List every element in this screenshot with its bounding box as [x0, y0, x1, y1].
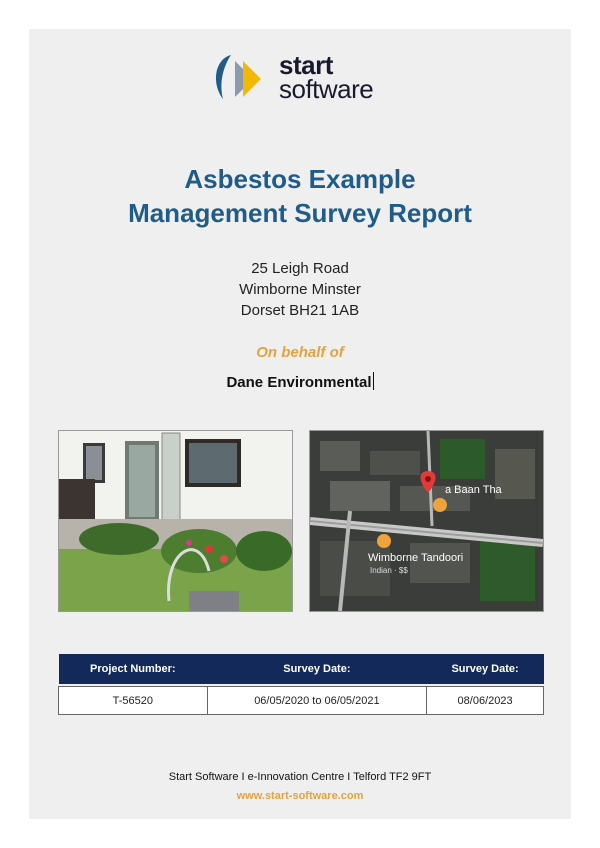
cell-survey-period: 06/05/2020 to 06/05/2021	[206, 686, 428, 715]
logo-wordmark: start software	[279, 52, 374, 104]
property-photo	[58, 430, 293, 612]
cell-project-number: T-56520	[58, 686, 208, 715]
address-line-2: Wimborne Minster	[239, 281, 361, 298]
on-behalf-label: On behalf of	[256, 344, 344, 361]
table-row: T-56520 06/05/2020 to 06/05/2021 08/06/2…	[58, 686, 544, 715]
client-name: Dane Environmental	[226, 374, 372, 391]
logo-line-2: software	[279, 74, 374, 104]
header-project-number: Project Number:	[58, 654, 208, 684]
start-software-logo: start software	[209, 52, 399, 109]
survey-info-table: Project Number: Survey Date: Survey Date…	[58, 654, 544, 715]
address-line-1: 25 Leigh Road	[251, 260, 349, 277]
report-title: Asbestos Example Management Survey Repor…	[29, 162, 571, 230]
text-cursor	[372, 372, 374, 390]
title-line-2: Management Survey Report	[128, 198, 472, 228]
report-cover-page: start software Asbestos Example Manageme…	[29, 29, 571, 819]
client-name-block: Dane Environmental	[29, 372, 571, 391]
site-address: 25 Leigh Road Wimborne Minster Dorset BH…	[29, 258, 571, 321]
logo-mark-icon	[216, 55, 261, 99]
address-line-3: Dorset BH21 1AB	[240, 302, 360, 319]
table-header-row: Project Number: Survey Date: Survey Date…	[58, 654, 544, 684]
map-label-3: Indian · $$	[370, 566, 408, 575]
header-survey-date-2: Survey Date:	[426, 654, 544, 684]
location-map: a Baan Tha Wimborne Tandoori Indian · $$	[309, 430, 544, 612]
footer-website-link[interactable]: www.start-software.com	[29, 790, 571, 802]
footer-address: Start Software I e-Innovation Centre I T…	[168, 771, 432, 783]
cell-survey-date: 08/06/2023	[426, 686, 544, 715]
map-label-1: a Baan Tha	[445, 484, 503, 496]
title-line-1: Asbestos Example	[184, 164, 416, 194]
map-label-2: Wimborne Tandoori	[368, 552, 463, 564]
header-survey-date: Survey Date:	[207, 654, 427, 684]
